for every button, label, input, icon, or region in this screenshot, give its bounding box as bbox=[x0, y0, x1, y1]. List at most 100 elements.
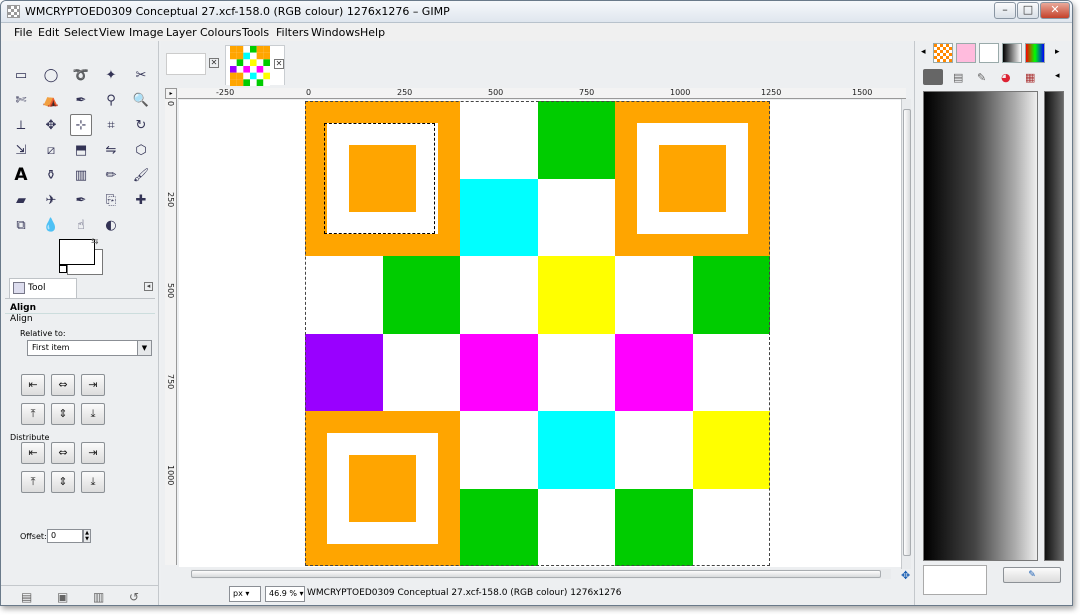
quick-mask-toggle[interactable]: ▸ bbox=[165, 88, 177, 99]
canvas-viewport[interactable] bbox=[179, 100, 903, 567]
smudge-tool-icon[interactable]: ☝ bbox=[70, 214, 92, 236]
menu-file[interactable]: File bbox=[14, 26, 32, 39]
zoom-select[interactable]: 46.9 % ▾ bbox=[265, 586, 305, 602]
distribute-bottom-button[interactable]: ⤓ bbox=[81, 471, 105, 493]
ellipse-select-tool-icon[interactable]: ◯ bbox=[40, 64, 62, 86]
fg-bg-colors[interactable]: ⇆ bbox=[59, 237, 105, 275]
align-bottom-button[interactable]: ⤓ bbox=[81, 403, 105, 425]
spinner-arrows-icon[interactable]: ▲ ▼ bbox=[83, 529, 91, 543]
tab-patterns[interactable] bbox=[933, 43, 953, 63]
menu-view[interactable]: View bbox=[99, 26, 125, 39]
select-by-color-tool-icon[interactable]: ✂ bbox=[130, 64, 152, 86]
vertical-ruler[interactable]: 0 250 500 750 1000 bbox=[165, 99, 177, 565]
menu-tools[interactable]: Tools bbox=[242, 26, 269, 39]
align-center-button[interactable]: ⇔ bbox=[51, 374, 75, 396]
blend-tool-icon[interactable]: ▥ bbox=[70, 164, 92, 186]
distribute-center-button[interactable]: ⇔ bbox=[51, 442, 75, 464]
save-options-icon[interactable]: ▤ bbox=[21, 590, 32, 604]
distribute-middle-button[interactable]: ⇕ bbox=[51, 471, 75, 493]
close-button[interactable]: ✕ bbox=[1040, 2, 1070, 19]
navigate-icon[interactable]: ✥ bbox=[901, 569, 910, 582]
shear-tool-icon[interactable]: ⧄ bbox=[40, 139, 62, 161]
gradient-preview[interactable] bbox=[923, 91, 1038, 561]
maximize-button[interactable]: □ bbox=[1017, 2, 1039, 19]
menu-layer[interactable]: Layer bbox=[166, 26, 197, 39]
measure-tool-icon[interactable]: ⟂ bbox=[10, 114, 32, 136]
clone-tool-icon[interactable]: ⎘ bbox=[100, 189, 122, 211]
tab-tool-options[interactable]: Tool Options bbox=[9, 278, 77, 311]
paintbrush-tool-icon[interactable]: 🖌 bbox=[130, 164, 152, 186]
menu-filters[interactable]: Filters bbox=[276, 26, 309, 39]
dock-tab-menu-icon[interactable]: ◂ bbox=[1055, 71, 1060, 81]
colormap-icon[interactable]: ◕ bbox=[1001, 71, 1011, 84]
close-icon[interactable]: ✕ bbox=[274, 59, 284, 69]
paths-tool-icon[interactable]: ✒ bbox=[70, 89, 92, 111]
scrollbar-thumb[interactable] bbox=[903, 109, 911, 556]
dock-menu-icon[interactable]: ▸ bbox=[1055, 47, 1060, 57]
tab-palettes[interactable] bbox=[1025, 43, 1045, 63]
bucket-fill-tool-icon[interactable]: ⚱ bbox=[40, 164, 62, 186]
ink-tool-icon[interactable]: ✒ bbox=[70, 189, 92, 211]
image-tab-qr[interactable]: ✕ bbox=[225, 45, 285, 86]
minimize-button[interactable]: – bbox=[994, 2, 1016, 19]
delete-options-icon[interactable]: ▥ bbox=[93, 590, 104, 604]
color-picker-tool-icon[interactable]: ⚲ bbox=[100, 89, 122, 111]
tab-menu-icon[interactable]: ◂ bbox=[144, 282, 153, 291]
cage-tool-icon[interactable]: ⬡ bbox=[130, 139, 152, 161]
layers-icon[interactable] bbox=[923, 69, 943, 85]
foreground-color-swatch[interactable] bbox=[59, 239, 95, 265]
free-select-tool-icon[interactable]: ➰ bbox=[70, 64, 92, 86]
horizontal-ruler[interactable]: -250 0 250 500 750 1000 1250 1500 bbox=[178, 88, 906, 99]
vertical-scrollbar[interactable] bbox=[901, 99, 911, 569]
tab-gradients[interactable] bbox=[1002, 43, 1022, 63]
blur-tool-icon[interactable]: 💧 bbox=[40, 214, 62, 236]
align-left-button[interactable]: ⇤ bbox=[21, 374, 45, 396]
tab-brushes[interactable] bbox=[956, 43, 976, 63]
default-colors-icon[interactable] bbox=[59, 265, 67, 273]
align-top-button[interactable]: ⤒ bbox=[21, 403, 45, 425]
reset-options-icon[interactable]: ↺ bbox=[129, 590, 139, 604]
foreground-select-tool-icon[interactable]: ⛺ bbox=[40, 89, 62, 111]
scissors-select-tool-icon[interactable]: ✄ bbox=[10, 89, 32, 111]
align-tool-icon[interactable]: ⊹ bbox=[70, 114, 92, 136]
align-middle-button[interactable]: ⇕ bbox=[51, 403, 75, 425]
distribute-left-button[interactable]: ⇤ bbox=[21, 442, 45, 464]
relative-to-select[interactable]: First item ▼ bbox=[27, 340, 152, 356]
scale-tool-icon[interactable]: ⇲ bbox=[10, 139, 32, 161]
menu-image[interactable]: Image bbox=[129, 26, 163, 39]
rect-select-tool-icon[interactable]: ▭ bbox=[10, 64, 32, 86]
dock-scroll-left-icon[interactable]: ◂ bbox=[921, 47, 926, 57]
text-tool-icon[interactable]: A bbox=[10, 164, 32, 186]
image-tab-blank[interactable]: ✕ bbox=[163, 45, 223, 85]
menu-windows[interactable]: Windows bbox=[311, 26, 360, 39]
menu-colours[interactable]: Colours bbox=[200, 26, 241, 39]
horizontal-scrollbar[interactable] bbox=[191, 569, 891, 579]
menu-select[interactable]: Select bbox=[64, 26, 98, 39]
image-canvas[interactable] bbox=[305, 101, 770, 566]
perspective-tool-icon[interactable]: ⬒ bbox=[70, 139, 92, 161]
chevron-down-icon[interactable]: ▼ bbox=[137, 341, 151, 355]
fuzzy-select-tool-icon[interactable]: ✦ bbox=[100, 64, 122, 86]
offset-spinner[interactable]: 0 ▲ ▼ bbox=[47, 529, 91, 543]
heal-tool-icon[interactable]: ✚ bbox=[130, 189, 152, 211]
channels-icon[interactable]: ▤ bbox=[953, 71, 963, 84]
rotate-tool-icon[interactable]: ↻ bbox=[130, 114, 152, 136]
histogram-icon[interactable]: ▦ bbox=[1025, 71, 1035, 84]
eraser-tool-icon[interactable]: ▰ bbox=[10, 189, 32, 211]
close-icon[interactable]: ✕ bbox=[209, 58, 219, 68]
unit-select[interactable]: px ▾ bbox=[229, 586, 261, 602]
move-tool-icon[interactable]: ✥ bbox=[40, 114, 62, 136]
scrollbar-thumb[interactable] bbox=[191, 570, 881, 578]
menu-help[interactable]: Help bbox=[360, 26, 385, 39]
swap-colors-icon[interactable]: ⇆ bbox=[91, 237, 99, 247]
distribute-top-button[interactable]: ⤒ bbox=[21, 471, 45, 493]
zoom-tool-icon[interactable]: 🔍 bbox=[130, 89, 152, 111]
restore-options-icon[interactable]: ▣ bbox=[57, 590, 68, 604]
airbrush-tool-icon[interactable]: ✈ bbox=[40, 189, 62, 211]
crop-tool-icon[interactable]: ⌗ bbox=[100, 114, 122, 136]
flip-tool-icon[interactable]: ⇋ bbox=[100, 139, 122, 161]
menu-edit[interactable]: Edit bbox=[38, 26, 59, 39]
tab-tool-presets[interactable] bbox=[979, 43, 999, 63]
pencil-tool-icon[interactable]: ✏ bbox=[100, 164, 122, 186]
distribute-right-button[interactable]: ⇥ bbox=[81, 442, 105, 464]
